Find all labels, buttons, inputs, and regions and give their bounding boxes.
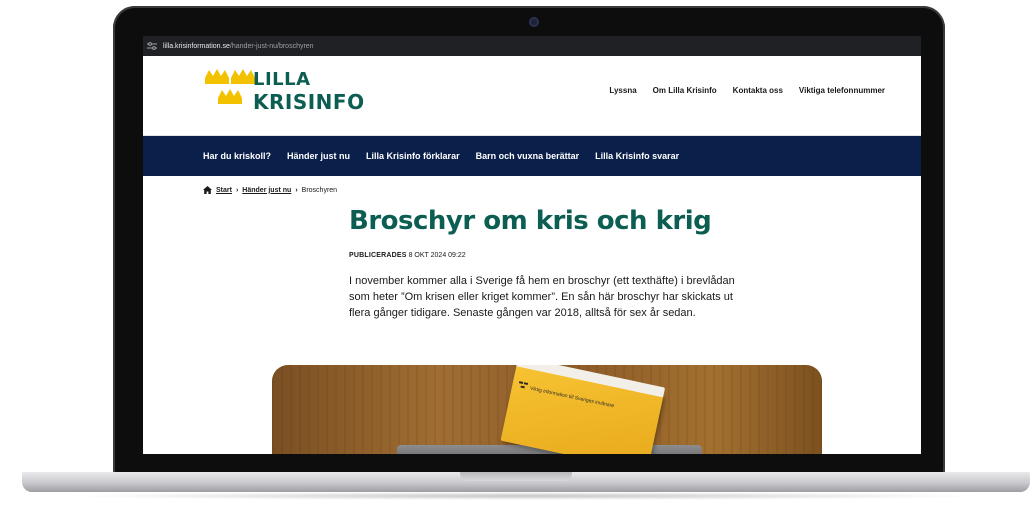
breadcrumb-section[interactable]: Händer just nu	[242, 187, 291, 194]
laptop-screen: lilla.krisinformation.se/hander-just-nu/…	[143, 36, 921, 454]
breadcrumb-current: Broschyren	[301, 186, 338, 194]
published-info: PUBLICERADES 8 OKT 2024 09:22	[349, 252, 759, 259]
logo-line1: LILLA	[253, 69, 311, 90]
laptop-notch	[460, 472, 572, 481]
top-links: Lyssna Om Lilla Krisinfo Kontakta oss Vi…	[609, 86, 885, 95]
article: Broschyr om kris och krig PUBLICERADES 8…	[349, 204, 759, 321]
breadcrumb-separator: ›	[235, 186, 239, 194]
brochure-text: Viktig information till Sveriges invånar…	[529, 385, 615, 410]
nav-item-berattar[interactable]: Barn och vuxna berättar	[476, 151, 580, 161]
url-path: /hander-just-nu/broschyren	[229, 42, 314, 50]
top-link-lyssna[interactable]: Lyssna	[609, 86, 636, 95]
breadcrumb-start[interactable]: Start	[216, 187, 232, 194]
site-settings-icon[interactable]	[147, 42, 157, 50]
top-link-kontakt[interactable]: Kontakta oss	[733, 86, 783, 95]
top-link-om[interactable]: Om Lilla Krisinfo	[653, 86, 717, 95]
published-date: 8 OKT 2024 09:22	[408, 252, 466, 259]
logo-line2: KRISINFO	[253, 90, 365, 114]
nav-item-svarar[interactable]: Lilla Krisinfo svarar	[595, 151, 679, 161]
brochure: Viktig information till Sveriges invånar…	[500, 365, 666, 454]
logo-text: LILLA KRISINFO	[253, 69, 365, 115]
page-title: Broschyr om kris och krig	[349, 206, 712, 236]
article-photo: Viktig information till Sveriges invånar…	[272, 365, 822, 454]
crowns-icon	[205, 69, 255, 104]
nav-item-forklarar[interactable]: Lilla Krisinfo förklarar	[366, 151, 460, 161]
brochure-crowns-icon	[518, 381, 529, 389]
breadcrumb: Start › Händer just nu › Broschyren	[203, 186, 337, 194]
nav-item-kriskoll[interactable]: Har du kriskoll?	[203, 151, 271, 161]
home-icon	[203, 186, 212, 194]
nav-item-hander-just-nu[interactable]: Händer just nu	[287, 151, 350, 161]
url-domain: lilla.krisinformation.se	[163, 42, 230, 50]
published-label: PUBLICERADES	[349, 252, 407, 259]
main-navigation: Har du kriskoll? Händer just nu Lilla Kr…	[143, 136, 921, 176]
address-bar[interactable]: lilla.krisinformation.se/hander-just-nu/…	[143, 36, 921, 56]
article-lead: I november kommer alla i Sverige få hem …	[349, 275, 735, 319]
webcam	[529, 17, 539, 27]
site-logo[interactable]: LILLA KRISINFO	[203, 68, 383, 118]
top-link-telefon[interactable]: Viktiga telefonnummer	[799, 86, 885, 95]
breadcrumb-separator: ›	[295, 186, 298, 194]
site-header: LILLA KRISINFO Lyssna Om Lilla Krisinfo …	[143, 56, 921, 136]
laptop-shadow	[60, 492, 990, 500]
